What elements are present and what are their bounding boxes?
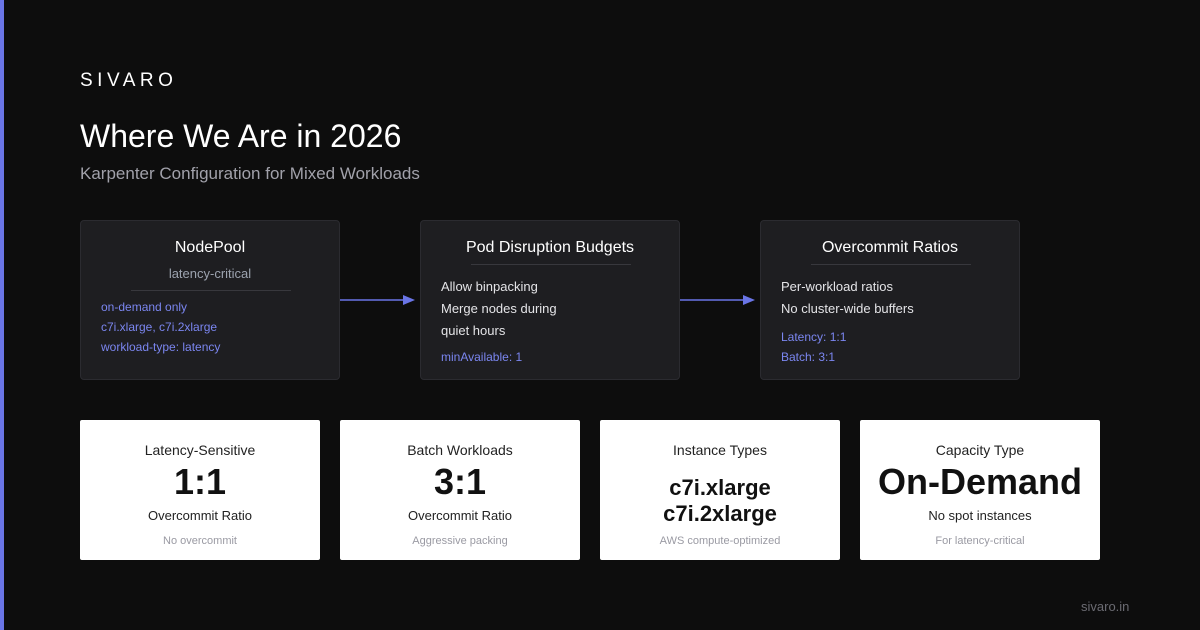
card-divider <box>811 264 971 265</box>
stat-note: For latency-critical <box>935 535 1025 547</box>
brand-logo: SIVARO <box>80 70 178 91</box>
card-line: Per-workload ratios <box>781 279 893 294</box>
card-overcommit-ratios: Overcommit Ratios Per-workload ratios No… <box>760 220 1020 380</box>
card-detail: minAvailable: 1 <box>441 350 523 364</box>
card-title: Pod Disruption Budgets <box>465 239 635 256</box>
card-detail: Batch: 3:1 <box>781 350 836 364</box>
card-line: No cluster-wide buffers <box>781 301 914 316</box>
stat-label: Instance Types <box>673 442 767 458</box>
stat-description: Overcommit Ratio <box>147 508 253 523</box>
card-title: Overcommit Ratios <box>821 239 959 256</box>
stat-description: Overcommit Ratio <box>407 508 513 523</box>
stat-value-line: c7i.xlarge <box>669 475 771 500</box>
arrow-connector <box>340 295 415 305</box>
stat-description: No spot instances <box>928 508 1032 523</box>
accent-bar <box>0 0 4 630</box>
stat-value: On-Demand <box>877 461 1082 502</box>
stat-value-line: c7i.2xlarge <box>663 501 777 526</box>
card-divider <box>471 264 631 265</box>
stat-batch-workloads: Batch Workloads 3:1 Overcommit Ratio Agg… <box>340 420 580 560</box>
card-pod-disruption-budgets: Pod Disruption Budgets Allow binpacking … <box>420 220 680 380</box>
card-subtitle: latency-critical <box>168 266 252 281</box>
page-title: Where We Are in 2026 <box>80 118 402 154</box>
card-nodepool: NodePool latency-critical on-demand only… <box>80 220 340 380</box>
arrow-connector <box>680 295 755 305</box>
stat-value: 1:1 <box>173 461 227 502</box>
card-divider <box>131 290 291 291</box>
card-detail: on-demand only <box>101 300 188 314</box>
stat-value: c7i.xlarge c7i.2xlarge <box>600 475 840 527</box>
card-detail: workload-type: latency <box>101 340 221 354</box>
card-detail: Latency: 1:1 <box>781 330 847 344</box>
card-title: NodePool <box>174 239 246 256</box>
stat-instance-types: Instance Types c7i.xlarge c7i.2xlarge AW… <box>600 420 840 560</box>
stat-label: Batch Workloads <box>407 442 513 458</box>
card-detail: c7i.xlarge, c7i.2xlarge <box>101 320 218 334</box>
stat-value: 3:1 <box>433 461 487 502</box>
stat-label: Latency-Sensitive <box>144 442 256 458</box>
footer-url: sivaro.in <box>1081 599 1130 614</box>
page-subtitle: Karpenter Configuration for Mixed Worklo… <box>80 164 420 183</box>
stat-latency-sensitive: Latency-Sensitive 1:1 Overcommit Ratio N… <box>80 420 320 560</box>
card-line: quiet hours <box>441 323 506 338</box>
stat-note: AWS compute-optimized <box>659 535 781 547</box>
card-line: Allow binpacking <box>441 279 538 294</box>
stat-note: Aggressive packing <box>412 535 508 547</box>
stat-capacity-type: Capacity Type On-Demand No spot instance… <box>860 420 1100 560</box>
card-line: Merge nodes during <box>441 301 557 316</box>
stat-note: No overcommit <box>163 535 237 547</box>
stat-label: Capacity Type <box>935 442 1025 458</box>
